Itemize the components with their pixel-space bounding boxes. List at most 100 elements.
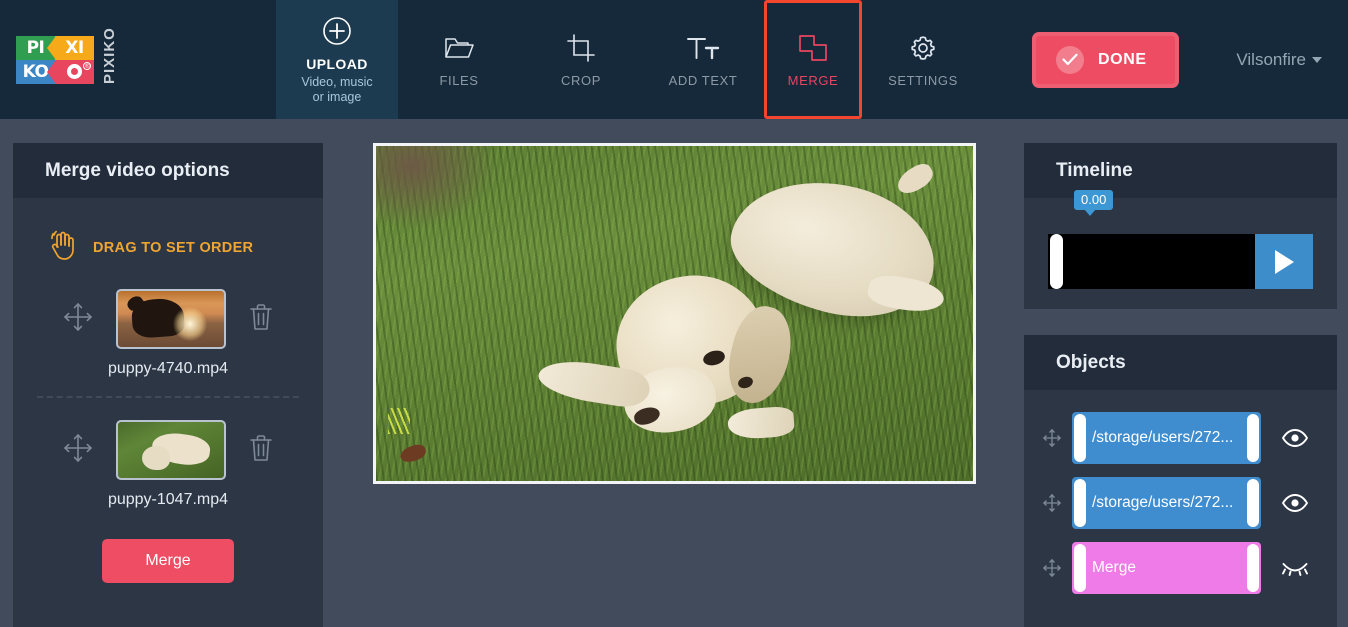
eye-open-icon[interactable] [1271,429,1319,447]
video-preview-canvas[interactable] [373,143,976,484]
object-row: Merge [1042,542,1319,594]
merge-button[interactable]: Merge [102,539,234,583]
check-circle-icon [1056,45,1084,74]
text-size-icon [686,31,720,65]
object-clip-grip-right[interactable] [1247,414,1259,462]
pixiko-logo[interactable]: PI XI KO ® PIXIKO [16,26,118,84]
drag-order-hint-label: DRAG TO SET ORDER [93,239,254,256]
logo-cell-ko: KO [16,59,56,84]
object-label: /storage/users/272... [1092,494,1234,511]
objects-panel: Objects /storage/users/272... /storage/u… [1024,335,1337,627]
move-arrows-icon[interactable] [1042,493,1062,513]
user-menu-label: Vilsonfire [1236,49,1306,69]
hand-drag-icon [46,228,80,267]
video-name-2: puppy-1047.mp4 [107,491,229,508]
nav-item-settings[interactable]: SETTINGS [862,0,984,119]
timeline-playhead-handle[interactable] [1050,234,1063,289]
nav-item-crop[interactable]: CROP [520,0,642,119]
object-label: /storage/users/272... [1092,429,1234,446]
drag-order-hint: DRAG TO SET ORDER [13,198,323,267]
main-nav: UPLOAD Video, music or image FILES CROP … [276,0,984,119]
merge-button-wrap: Merge [13,539,323,583]
plus-circle-icon [322,14,352,48]
nav-sub-line2: or image [312,90,362,104]
merge-video-item-1: puppy-4740.mp4 [13,267,323,378]
logo-wordmark: PIXIKO [101,26,118,84]
objects-list: /storage/users/272... /storage/users/272… [1024,390,1337,594]
merge-options-panel: Merge video options DRAG TO SET ORDER pu… [13,143,323,627]
logo-zone: PI XI KO ® PIXIKO [0,0,276,119]
eye-open-icon[interactable] [1271,494,1319,512]
logo-cell-xi-text: XI [65,37,84,58]
logo-grid: PI XI KO ® [16,35,94,84]
logo-cell-xi: XI [55,35,94,60]
trash-icon[interactable] [248,302,274,337]
nav-sub-line1: Video, music [301,75,373,89]
video-thumbnail-2[interactable] [116,420,226,480]
nav-item-merge[interactable]: MERGE [764,0,862,119]
object-clip-grip-right[interactable] [1247,479,1259,527]
logo-cell-ko-text: KO [22,61,49,82]
object-clip-bar[interactable]: /storage/users/272... [1072,477,1261,529]
done-button[interactable]: DONE [1032,31,1179,88]
move-arrows-icon[interactable] [1042,558,1062,578]
play-icon [1274,249,1294,274]
gear-icon [908,31,938,65]
merge-options-title: Merge video options [45,159,230,181]
timeline-panel: Timeline 0.00 [1024,143,1337,309]
registered-mark: ® [83,61,91,70]
object-clip-grip-left[interactable] [1074,479,1086,527]
video-name-1: puppy-4740.mp4 [107,360,229,377]
timeline-time-badge: 0.00 [1074,190,1114,216]
object-row: /storage/users/272... [1042,412,1319,464]
object-clip-grip-right[interactable] [1247,544,1259,592]
eye-closed-icon[interactable] [1271,560,1319,576]
timeline-strip[interactable] [1048,234,1255,289]
video-thumbnail-1[interactable] [116,289,226,349]
objects-title: Objects [1056,351,1126,373]
nav-item-upload[interactable]: UPLOAD Video, music or image [276,0,398,119]
nav-label-merge: MERGE [787,73,839,88]
preview-grass-sprig [388,408,410,434]
merge-video-row-1 [13,289,323,349]
timeline-header: Timeline [1024,143,1337,198]
move-arrows-icon[interactable] [1042,428,1062,448]
object-clip-grip-left[interactable] [1074,544,1086,592]
nav-item-files[interactable]: FILES [398,0,520,119]
trash-icon[interactable] [248,433,274,468]
nav-label-upload: UPLOAD [306,56,368,72]
timeline-body: 0.00 [1024,190,1337,289]
thumb-puppy-head-shape [142,446,170,470]
object-clip-grip-left[interactable] [1074,414,1086,462]
merge-video-item-2: puppy-1047.mp4 [13,398,323,509]
timeline-track[interactable] [1048,234,1313,289]
user-zone: Vilsonfire [1236,0,1348,119]
objects-header: Objects [1024,335,1337,390]
timeline-title: Timeline [1056,159,1133,181]
object-label: Merge [1092,559,1136,576]
folder-icon [444,31,474,65]
logo-cell-pi: PI [16,35,56,60]
object-clip-bar[interactable]: /storage/users/272... [1072,412,1261,464]
merge-options-header: Merge video options [13,143,323,198]
crop-icon [567,31,595,65]
move-arrows-icon[interactable] [62,301,94,338]
nav-label-settings: SETTINGS [888,73,958,88]
object-clip-bar[interactable]: Merge [1072,542,1261,594]
app-root: PI XI KO ® PIXIKO UPLOAD Video, music or… [0,0,1348,627]
logo-cell-pi-text: PI [26,37,45,58]
nav-sub-upload: Video, music or image [301,75,372,105]
top-header: PI XI KO ® PIXIKO UPLOAD Video, music or… [0,0,1348,119]
nav-item-add-text[interactable]: ADD TEXT [642,0,764,119]
merge-squares-icon [798,31,828,65]
logo-cell-o: ® [55,59,94,84]
done-button-label: DONE [1098,50,1147,68]
done-zone: DONE [1032,0,1179,119]
logo-circle-icon [67,64,82,79]
timeline-play-button[interactable] [1255,234,1313,289]
chevron-down-icon [1312,56,1322,63]
nav-label-files: FILES [439,73,479,88]
user-menu[interactable]: Vilsonfire [1236,50,1322,70]
nav-label-add-text: ADD TEXT [668,73,738,88]
move-arrows-icon[interactable] [62,432,94,469]
